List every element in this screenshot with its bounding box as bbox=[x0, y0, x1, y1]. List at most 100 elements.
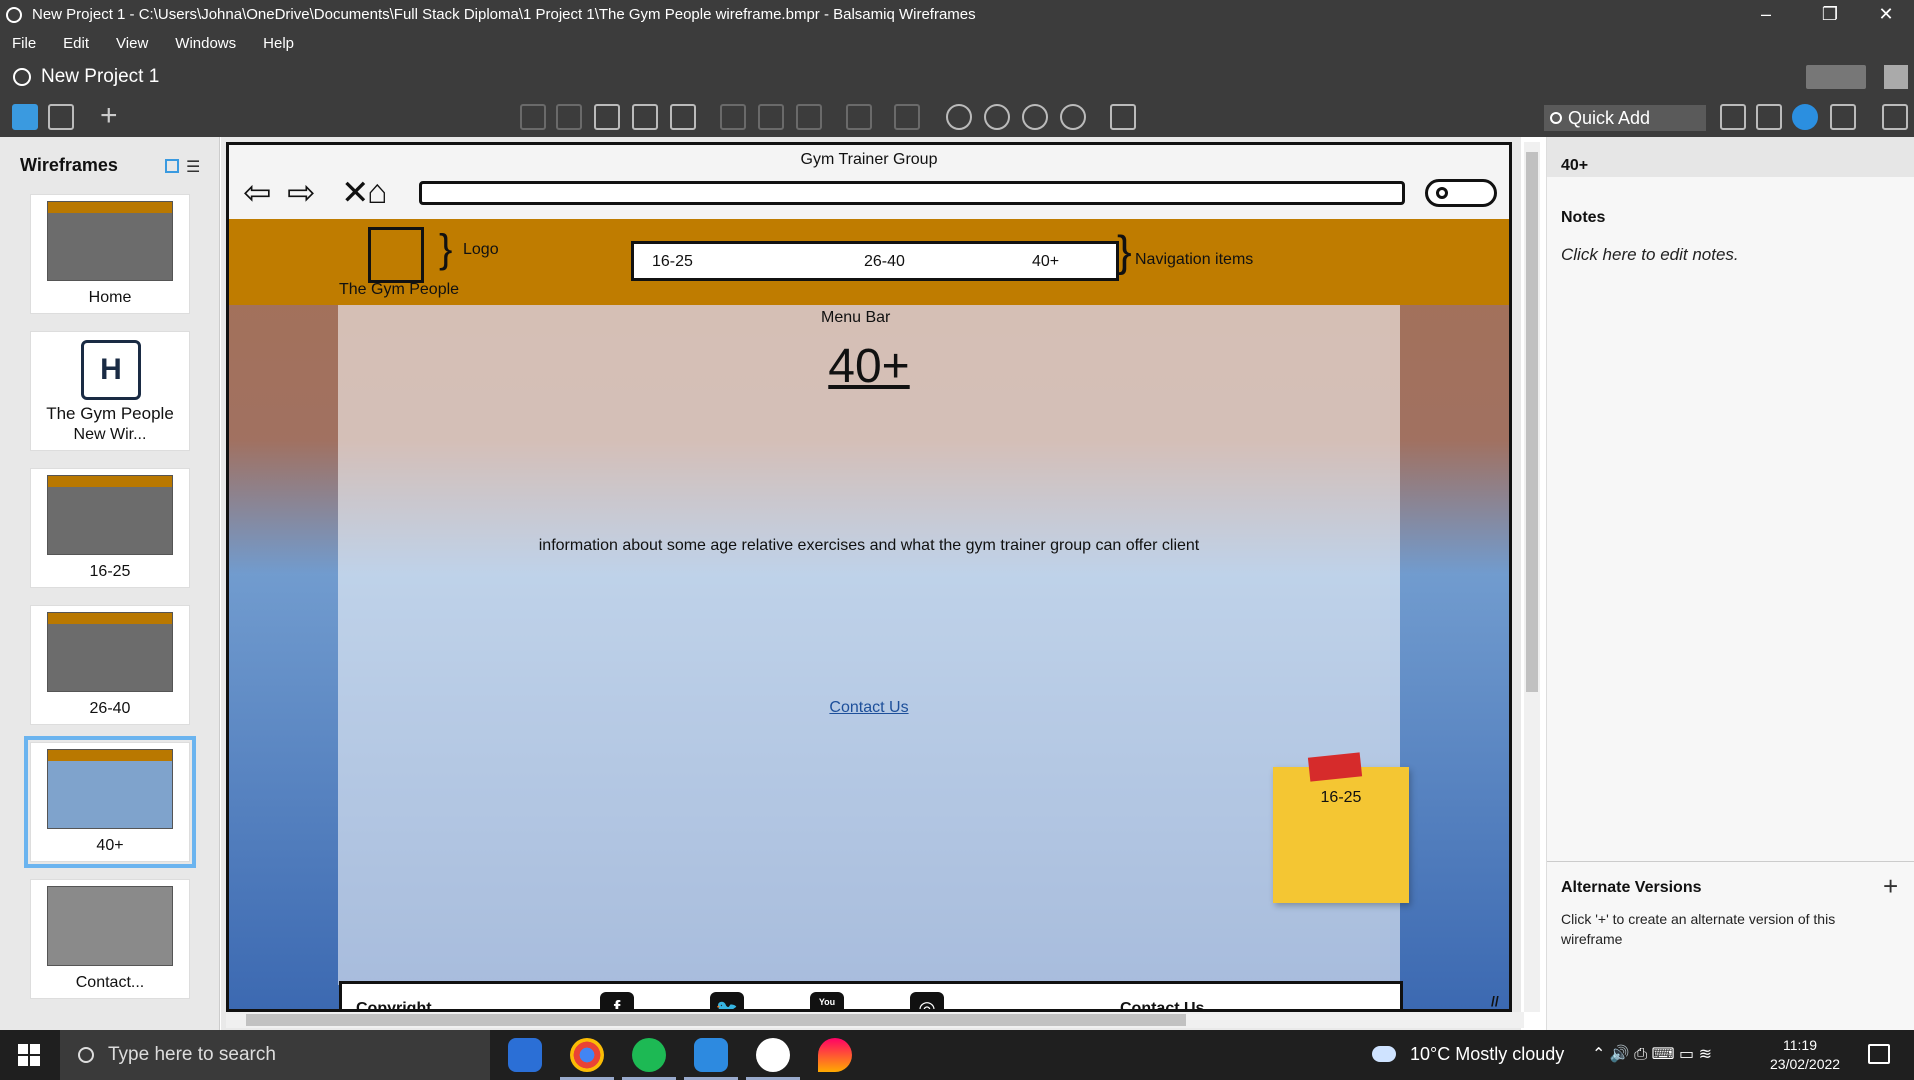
weather-text[interactable]: 10°C Mostly cloudy bbox=[1410, 1044, 1564, 1065]
sticky-note[interactable]: 16-25 bbox=[1273, 752, 1409, 903]
actual-size-icon[interactable] bbox=[1022, 104, 1048, 130]
ungroup-icon[interactable] bbox=[758, 104, 784, 130]
thumbnail-contact[interactable]: Contact... bbox=[30, 879, 190, 999]
wireframe-name[interactable]: 40+ bbox=[1561, 157, 1588, 175]
dumbbell-icon: H bbox=[81, 340, 141, 400]
chrome-app-icon[interactable] bbox=[560, 1038, 614, 1080]
thumbnail-16-25[interactable]: 16-25 bbox=[30, 468, 190, 588]
stop-icon: ✕ bbox=[341, 174, 370, 212]
thumbnail-label: 26-40 bbox=[89, 700, 131, 717]
vscode-app-icon[interactable] bbox=[684, 1038, 738, 1080]
curly-brace: } bbox=[1117, 227, 1132, 276]
footer: Copyright f 🐦 You Tube ◎ Contact Us bbox=[339, 981, 1403, 1009]
menu-help[interactable]: Help bbox=[263, 35, 294, 52]
sticky-note-text: 16-25 bbox=[1320, 789, 1362, 806]
paste-icon[interactable] bbox=[632, 104, 658, 130]
thumbnail-label: New Wir... bbox=[73, 426, 147, 443]
edit-mode-button[interactable] bbox=[1806, 65, 1866, 89]
time: 11:19 bbox=[1783, 1037, 1817, 1053]
list-toggle-icon[interactable]: ☰ bbox=[186, 157, 200, 177]
info-icon[interactable] bbox=[1792, 104, 1818, 130]
instagram-icon[interactable]: ◎ bbox=[910, 992, 944, 1009]
zoom-out-icon[interactable] bbox=[946, 104, 972, 130]
vertical-scrollbar[interactable] bbox=[1524, 142, 1540, 1012]
contact-us-link[interactable]: Contact Us bbox=[229, 699, 1509, 717]
media-icon[interactable] bbox=[1720, 104, 1746, 130]
search-icon bbox=[1436, 187, 1448, 199]
taskbar-search[interactable]: Type here to search bbox=[60, 1030, 490, 1080]
thumbnail-label: Home bbox=[88, 289, 132, 306]
browser-window-mockup[interactable]: Gym Trainer Group ⇦ ⇨ ✕ ⌂ The Gym People… bbox=[226, 142, 1512, 1012]
grid-view-icon[interactable] bbox=[48, 104, 74, 130]
thumbnail-label: 40+ bbox=[96, 837, 124, 854]
zoom-in-icon[interactable] bbox=[984, 104, 1010, 130]
redo-icon[interactable] bbox=[556, 104, 582, 130]
horizontal-scrollbar[interactable] bbox=[226, 1012, 1524, 1028]
add-alternate-button[interactable]: + bbox=[1883, 871, 1898, 902]
footer-contact-us[interactable]: Contact Us bbox=[1120, 1000, 1204, 1009]
group-icon[interactable] bbox=[720, 104, 746, 130]
cloud-icon bbox=[1372, 1046, 1396, 1062]
user-avatar[interactable] bbox=[1884, 65, 1908, 89]
menu-edit[interactable]: Edit bbox=[63, 35, 89, 52]
minimize-button[interactable]: – bbox=[1736, 0, 1796, 29]
tray-icons[interactable]: ⌃ 🔊 ⎙ ⌨ ▭ ≋ bbox=[1592, 1044, 1712, 1064]
spotify-app-icon[interactable] bbox=[622, 1038, 676, 1080]
project-name[interactable]: New Project 1 bbox=[41, 66, 159, 88]
thumbnail-40-plus[interactable]: 40+ bbox=[24, 736, 196, 868]
nav-band: The Gym People } Logo 16-25 26-40 40+ } … bbox=[229, 219, 1509, 305]
paint-app-icon[interactable] bbox=[818, 1038, 852, 1072]
facebook-icon[interactable]: f bbox=[600, 992, 634, 1009]
project-bar: New Project 1 bbox=[0, 57, 1914, 97]
balsamiq-app-icon bbox=[6, 6, 22, 23]
logo-annotation: Logo bbox=[463, 241, 499, 258]
copy-icon[interactable] bbox=[594, 104, 620, 130]
window-title: New Project 1 - C:\Users\Johna\OneDrive\… bbox=[32, 6, 976, 23]
menu-file[interactable]: File bbox=[12, 35, 36, 52]
clock[interactable]: 11:19 23/02/2022 bbox=[1770, 1036, 1840, 1074]
wireframes-panel-title: Wireframes bbox=[20, 155, 118, 175]
notifications-icon[interactable] bbox=[1868, 1044, 1890, 1064]
nav-item-26-40[interactable]: 26-40 bbox=[864, 253, 905, 271]
undo-icon[interactable] bbox=[520, 104, 546, 130]
navigation-annotation: Navigation items bbox=[1135, 251, 1254, 268]
delete-icon[interactable] bbox=[1110, 104, 1136, 130]
horizontal-scroll-thumb[interactable] bbox=[246, 1014, 1186, 1026]
nav-item-16-25[interactable]: 16-25 bbox=[652, 253, 693, 271]
notes-field[interactable]: Click here to edit notes. bbox=[1561, 245, 1739, 265]
logo-placeholder[interactable] bbox=[368, 227, 424, 283]
mail-app-icon[interactable] bbox=[508, 1038, 542, 1072]
thumbnail-preview bbox=[47, 612, 173, 692]
single-page-toggle-icon[interactable] bbox=[165, 159, 179, 173]
url-bar[interactable] bbox=[419, 181, 1405, 205]
page-heading: 40+ bbox=[828, 340, 910, 393]
bring-front-icon[interactable] bbox=[796, 104, 822, 130]
properties-panel: 40+ Notes Click here to edit notes. Alte… bbox=[1546, 137, 1914, 1030]
lock-icon[interactable] bbox=[894, 104, 920, 130]
thumbnail-26-40[interactable]: 26-40 bbox=[30, 605, 190, 725]
single-view-icon[interactable] bbox=[12, 104, 38, 130]
browser-search-field[interactable] bbox=[1425, 179, 1497, 207]
quick-add-input[interactable]: Quick Add bbox=[1544, 105, 1706, 131]
thumbnail-new-wireframe[interactable]: H The Gym People New Wir... bbox=[30, 331, 190, 451]
align-icon[interactable] bbox=[846, 104, 872, 130]
menu-view[interactable]: View bbox=[116, 35, 148, 52]
comments-icon[interactable] bbox=[1756, 104, 1782, 130]
notes-heading: Notes bbox=[1561, 209, 1606, 226]
list-icon[interactable] bbox=[1830, 104, 1856, 130]
close-button[interactable]: ✕ bbox=[1856, 0, 1914, 29]
youtube-icon[interactable]: You Tube bbox=[810, 992, 844, 1009]
resize-handle-icon[interactable]: // bbox=[1491, 993, 1499, 1009]
maximize-button[interactable]: ❐ bbox=[1800, 0, 1860, 29]
add-wireframe-icon[interactable]: + bbox=[100, 101, 126, 131]
nav-item-40-plus[interactable]: 40+ bbox=[1032, 253, 1059, 271]
twitter-icon[interactable]: 🐦 bbox=[710, 992, 744, 1009]
fit-zoom-icon[interactable] bbox=[1060, 104, 1086, 130]
windows-start-icon[interactable] bbox=[18, 1044, 40, 1066]
clipboard-icon[interactable] bbox=[670, 104, 696, 130]
thumbnail-home[interactable]: Home bbox=[30, 194, 190, 314]
balsamiq-app-icon[interactable] bbox=[746, 1038, 800, 1080]
vertical-scroll-thumb[interactable] bbox=[1526, 152, 1538, 692]
menu-windows[interactable]: Windows bbox=[175, 35, 236, 52]
present-icon[interactable] bbox=[1882, 104, 1908, 130]
